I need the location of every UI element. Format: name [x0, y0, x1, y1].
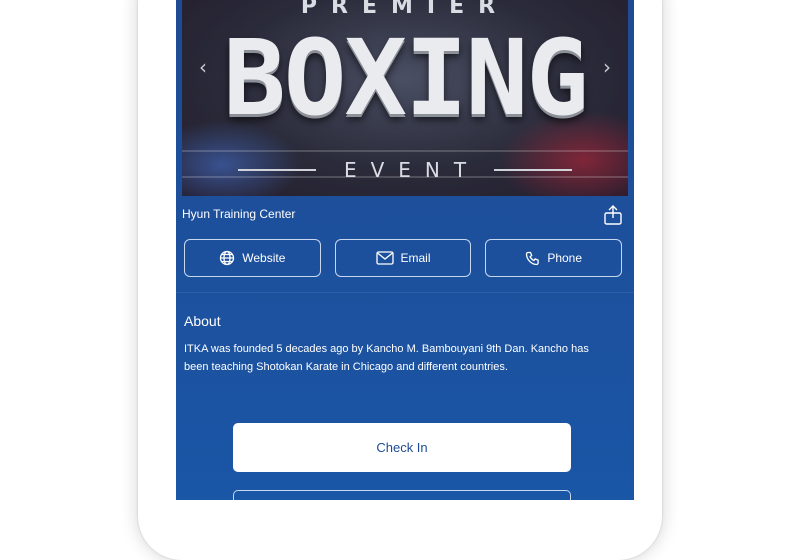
event-banner: PREMIER BOXING EVENT ‹ › [182, 0, 628, 196]
about-text: ITKA was founded 5 decades ago by Kancho… [184, 343, 589, 373]
website-label: Website [242, 251, 286, 265]
app-screen: PREMIER BOXING EVENT ‹ › Hyun Training C… [176, 0, 634, 500]
check-in-button[interactable]: Check In [233, 423, 571, 472]
chevron-left-icon[interactable]: ‹ [194, 56, 212, 78]
about-heading: About [184, 313, 221, 329]
chevron-right-icon[interactable]: › [598, 56, 616, 78]
banner-event-text: EVENT [343, 158, 481, 182]
phone-icon [525, 251, 540, 266]
banner-rule [238, 169, 316, 171]
secondary-button[interactable] [233, 490, 571, 500]
phone-button[interactable]: Phone [485, 239, 623, 277]
banner-rule [494, 169, 573, 171]
share-icon[interactable] [602, 204, 624, 226]
email-button[interactable]: Email [334, 239, 472, 277]
phone-label: Phone [547, 251, 583, 265]
mail-icon [375, 251, 394, 265]
banner-event-row: EVENT [238, 158, 573, 182]
globe-icon [219, 250, 235, 266]
ring-rope [182, 150, 628, 152]
banner-title: BOXING [223, 17, 589, 139]
contact-actions: Website Email Phone [184, 239, 623, 277]
email-label: Email [400, 251, 431, 265]
venue-name: Hyun Training Center [182, 207, 296, 221]
section-divider [176, 292, 634, 293]
website-button[interactable]: Website [184, 239, 321, 277]
